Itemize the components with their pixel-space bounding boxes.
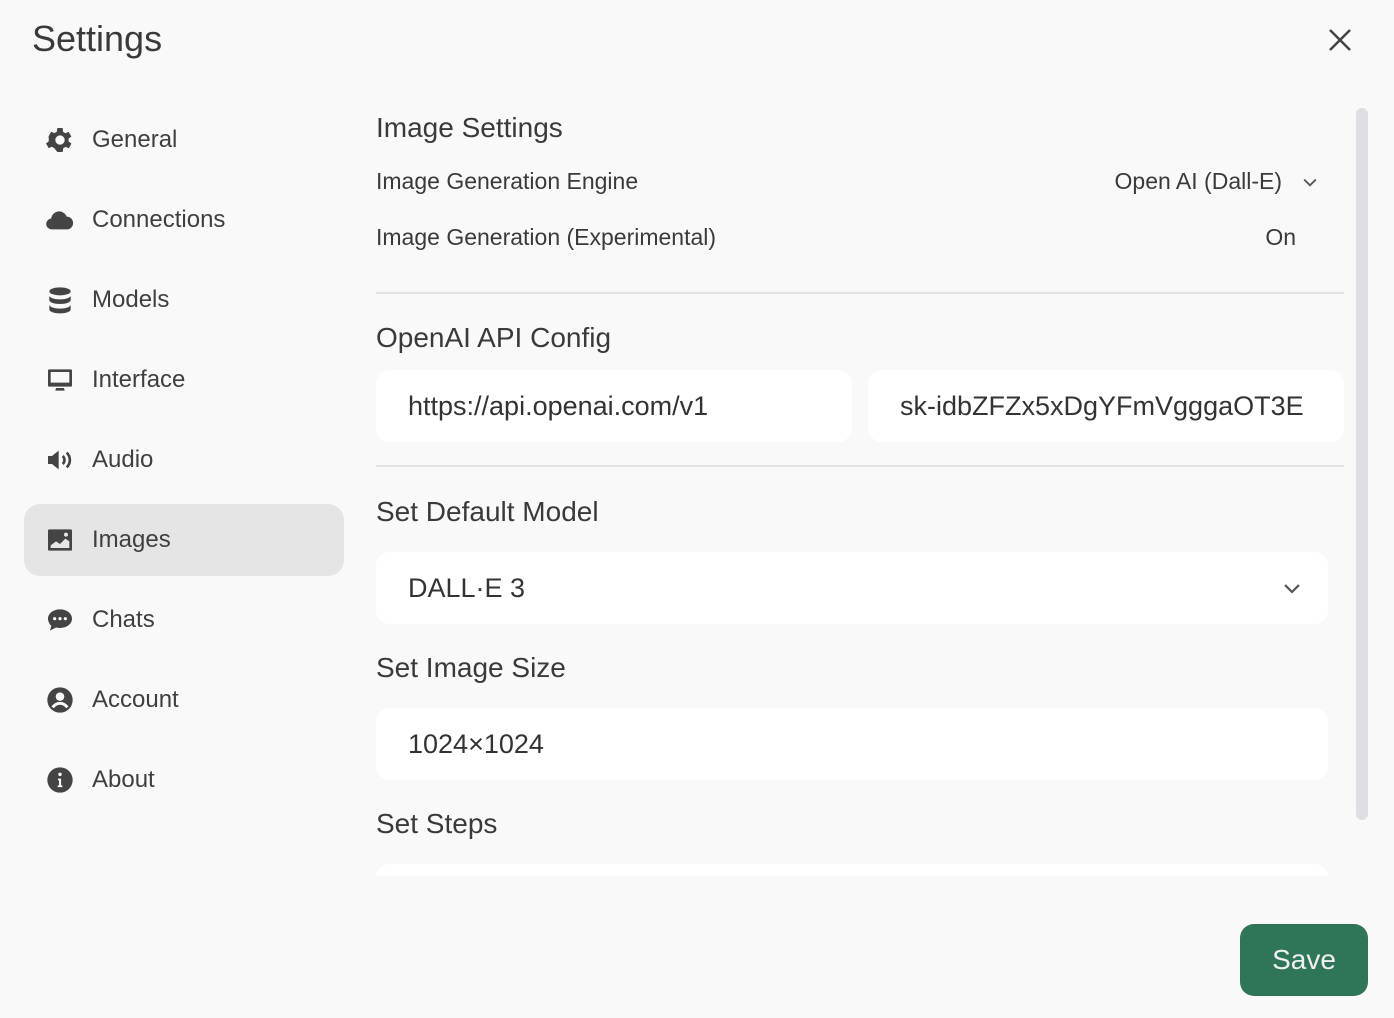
sidebar-item-label: Models [92, 286, 170, 313]
sidebar-item-label: Chats [92, 606, 155, 633]
section-heading: Set Steps [376, 808, 498, 839]
chevron-down-icon [1303, 178, 1317, 187]
default-model-select[interactable]: DALL·E 3 [376, 552, 1328, 624]
experimental-toggle[interactable]: On [1265, 224, 1320, 251]
sidebar-item-label: Audio [92, 446, 154, 473]
sidebar-item-account[interactable]: Account [24, 664, 344, 736]
section-heading: OpenAI API Config [376, 322, 612, 353]
engine-select[interactable]: Open AI (Dall-E) [1115, 168, 1320, 195]
engine-row: Image Generation Engine Open AI (Dall-E) [376, 168, 1320, 195]
sidebar-item-label: Account [92, 686, 179, 713]
monitor-icon [48, 369, 72, 391]
default-model-value: DALL·E 3 [408, 572, 526, 603]
api-key-input[interactable]: sk-idbZFZx5xDgYFmVgggaOT3E [868, 370, 1344, 442]
divider [376, 292, 1344, 294]
sidebar-item-label: General [92, 126, 178, 153]
page-title: Settings [32, 18, 163, 59]
sidebar-item-connections[interactable]: Connections [24, 184, 344, 256]
info-icon [47, 767, 73, 793]
experimental-label: Image Generation (Experimental) [376, 224, 717, 250]
sidebar-item-about[interactable]: About [24, 744, 344, 816]
settings-content: Image Settings Image Generation Engine O… [376, 104, 1344, 876]
engine-label: Image Generation Engine [376, 168, 639, 194]
section-heading: Image Settings [376, 112, 563, 143]
speaker-icon [48, 450, 72, 470]
sidebar-item-models[interactable]: Models [24, 264, 344, 336]
cloud-icon [46, 211, 74, 230]
section-heading: Set Image Size [376, 652, 566, 683]
sidebar-item-images[interactable]: Images [24, 504, 344, 576]
section-heading: Set Default Model [376, 496, 599, 527]
sidebar-item-general[interactable]: General [24, 104, 344, 176]
image-icon [48, 529, 72, 551]
database-icon [49, 287, 71, 314]
chat-bubble-icon [48, 609, 72, 631]
experimental-row: Image Generation (Experimental) On [376, 224, 1320, 251]
engine-value: Open AI (Dall-E) [1114, 168, 1282, 194]
save-button[interactable]: Save [1240, 924, 1368, 996]
sidebar-item-audio[interactable]: Audio [24, 424, 344, 496]
divider [376, 465, 1344, 467]
sidebar-item-chats[interactable]: Chats [24, 584, 344, 656]
scrollbar[interactable] [1356, 108, 1368, 820]
steps-input[interactable] [376, 864, 1328, 876]
sidebar-item-label: About [92, 766, 155, 793]
image-size-input[interactable]: 1024×1024 [376, 708, 1328, 780]
sidebar-item-label: Interface [92, 366, 186, 393]
chevron-down-icon [1284, 584, 1300, 594]
sidebar-item-interface[interactable]: Interface [24, 344, 344, 416]
sidebar: General Connections Models Interface Aud… [24, 104, 344, 824]
api-base-url-input[interactable]: https://api.openai.com/v1 [376, 370, 852, 442]
user-circle-icon [47, 687, 73, 713]
sidebar-item-label: Images [92, 526, 171, 553]
gear-icon [46, 128, 72, 152]
sidebar-item-label: Connections [92, 206, 226, 233]
close-icon[interactable] [1324, 24, 1356, 56]
